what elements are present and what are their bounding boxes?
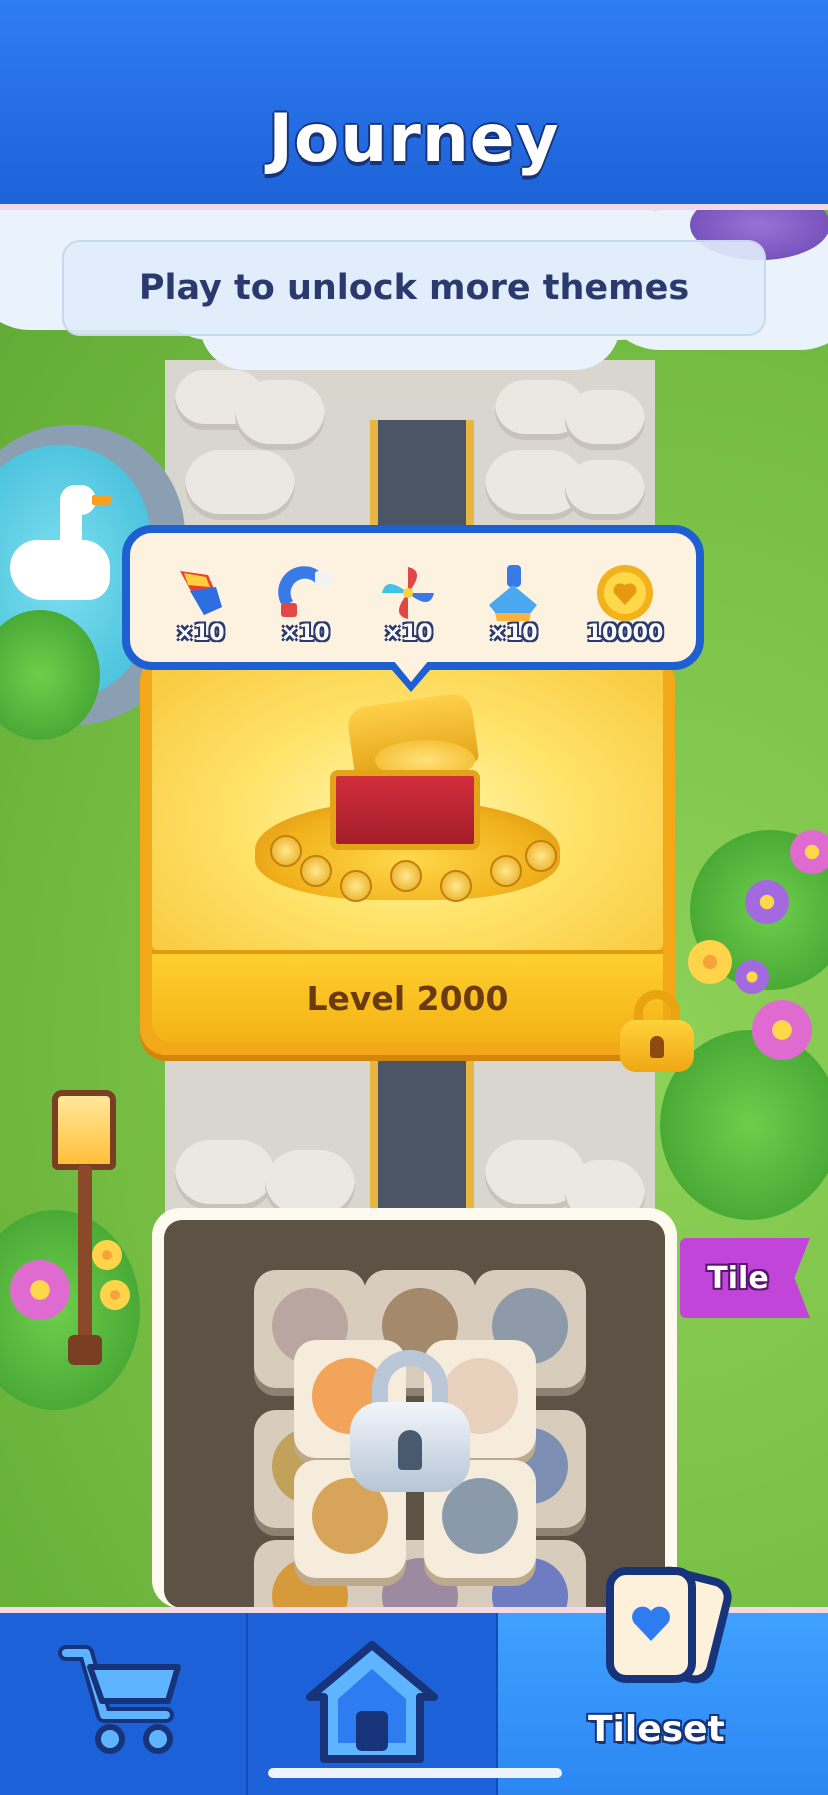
pinwheel-icon <box>382 567 434 619</box>
tileset-cards-icon <box>606 1566 732 1684</box>
reward-count: 10000 <box>586 621 664 646</box>
lock-icon <box>620 990 694 1072</box>
padlock-icon <box>350 1350 470 1492</box>
top-header: Journey <box>0 0 828 210</box>
reward-count: ×10 <box>175 621 225 646</box>
level-label-bar: Level 2000 <box>152 950 663 1042</box>
reward-item: ×10 <box>358 563 458 663</box>
reward-count: ×10 <box>280 621 330 646</box>
reward-item: ×10 <box>463 563 563 663</box>
reward-item: ×10 <box>150 563 250 663</box>
tile-tag-label: Tile <box>707 1260 769 1296</box>
reward-item: 10000 <box>575 563 675 663</box>
tile-tag: Tile <box>680 1238 810 1318</box>
page-title: Journey <box>268 100 560 177</box>
brush-icon <box>489 565 537 621</box>
coin-icon <box>597 565 653 621</box>
home-indicator[interactable] <box>268 1768 562 1778</box>
unlock-themes-banner: Play to unlock more themes <box>62 240 766 336</box>
banner-text: Play to unlock more themes <box>138 268 690 308</box>
home-icon <box>306 1641 438 1763</box>
level-label: Level 2000 <box>306 978 509 1018</box>
bottom-nav: Tileset <box>0 1566 828 1795</box>
reward-count: ×10 <box>383 621 433 646</box>
nav-shop[interactable] <box>0 1613 246 1795</box>
shopping-cart-icon <box>58 1645 181 1754</box>
magnet-icon <box>278 566 331 617</box>
nav-tileset-label: Tileset <box>588 1709 725 1750</box>
firework-rocket-icon <box>180 571 222 615</box>
reward-tooltip: ×10 ×10 ×10 ×10 10000 <box>122 525 704 670</box>
reward-item: ×10 <box>255 563 355 663</box>
lamp-post <box>52 1090 116 1170</box>
reward-count: ×10 <box>488 621 538 646</box>
